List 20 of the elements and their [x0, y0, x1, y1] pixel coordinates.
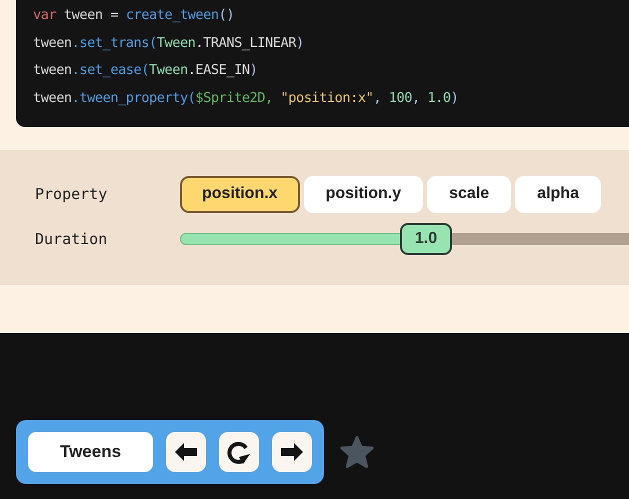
star-icon[interactable] [340, 436, 374, 468]
left-arrow-icon [175, 443, 197, 461]
code-line: tween.set_trans(Tween.TRANS_LINEAR) [33, 34, 305, 52]
property-option[interactable]: position.x [180, 176, 300, 212]
duration-slider[interactable]: 1.0 [180, 222, 629, 256]
tweens-button[interactable]: Tweens [28, 432, 153, 472]
forward-button[interactable] [272, 432, 312, 472]
replay-button[interactable] [219, 432, 259, 472]
code-line: var tween = create_tween() [33, 6, 236, 25]
back-button[interactable] [166, 432, 206, 472]
property-option[interactable]: scale [427, 176, 512, 212]
property-label: Property [35, 185, 108, 203]
property-option[interactable]: position.y [304, 176, 424, 212]
property-option[interactable]: alpha [515, 176, 601, 212]
code-line: tween.tween_property($Sprite2D, "position:x", 100, 1.0) [33, 88, 460, 108]
circular-arrow-icon [227, 440, 251, 464]
duration-label: Duration [35, 230, 108, 248]
code-line: tween.set_ease(Tween.EASE_IN) [33, 61, 258, 80]
slider-thumb[interactable]: 1.0 [400, 223, 452, 255]
right-arrow-icon [281, 443, 303, 461]
